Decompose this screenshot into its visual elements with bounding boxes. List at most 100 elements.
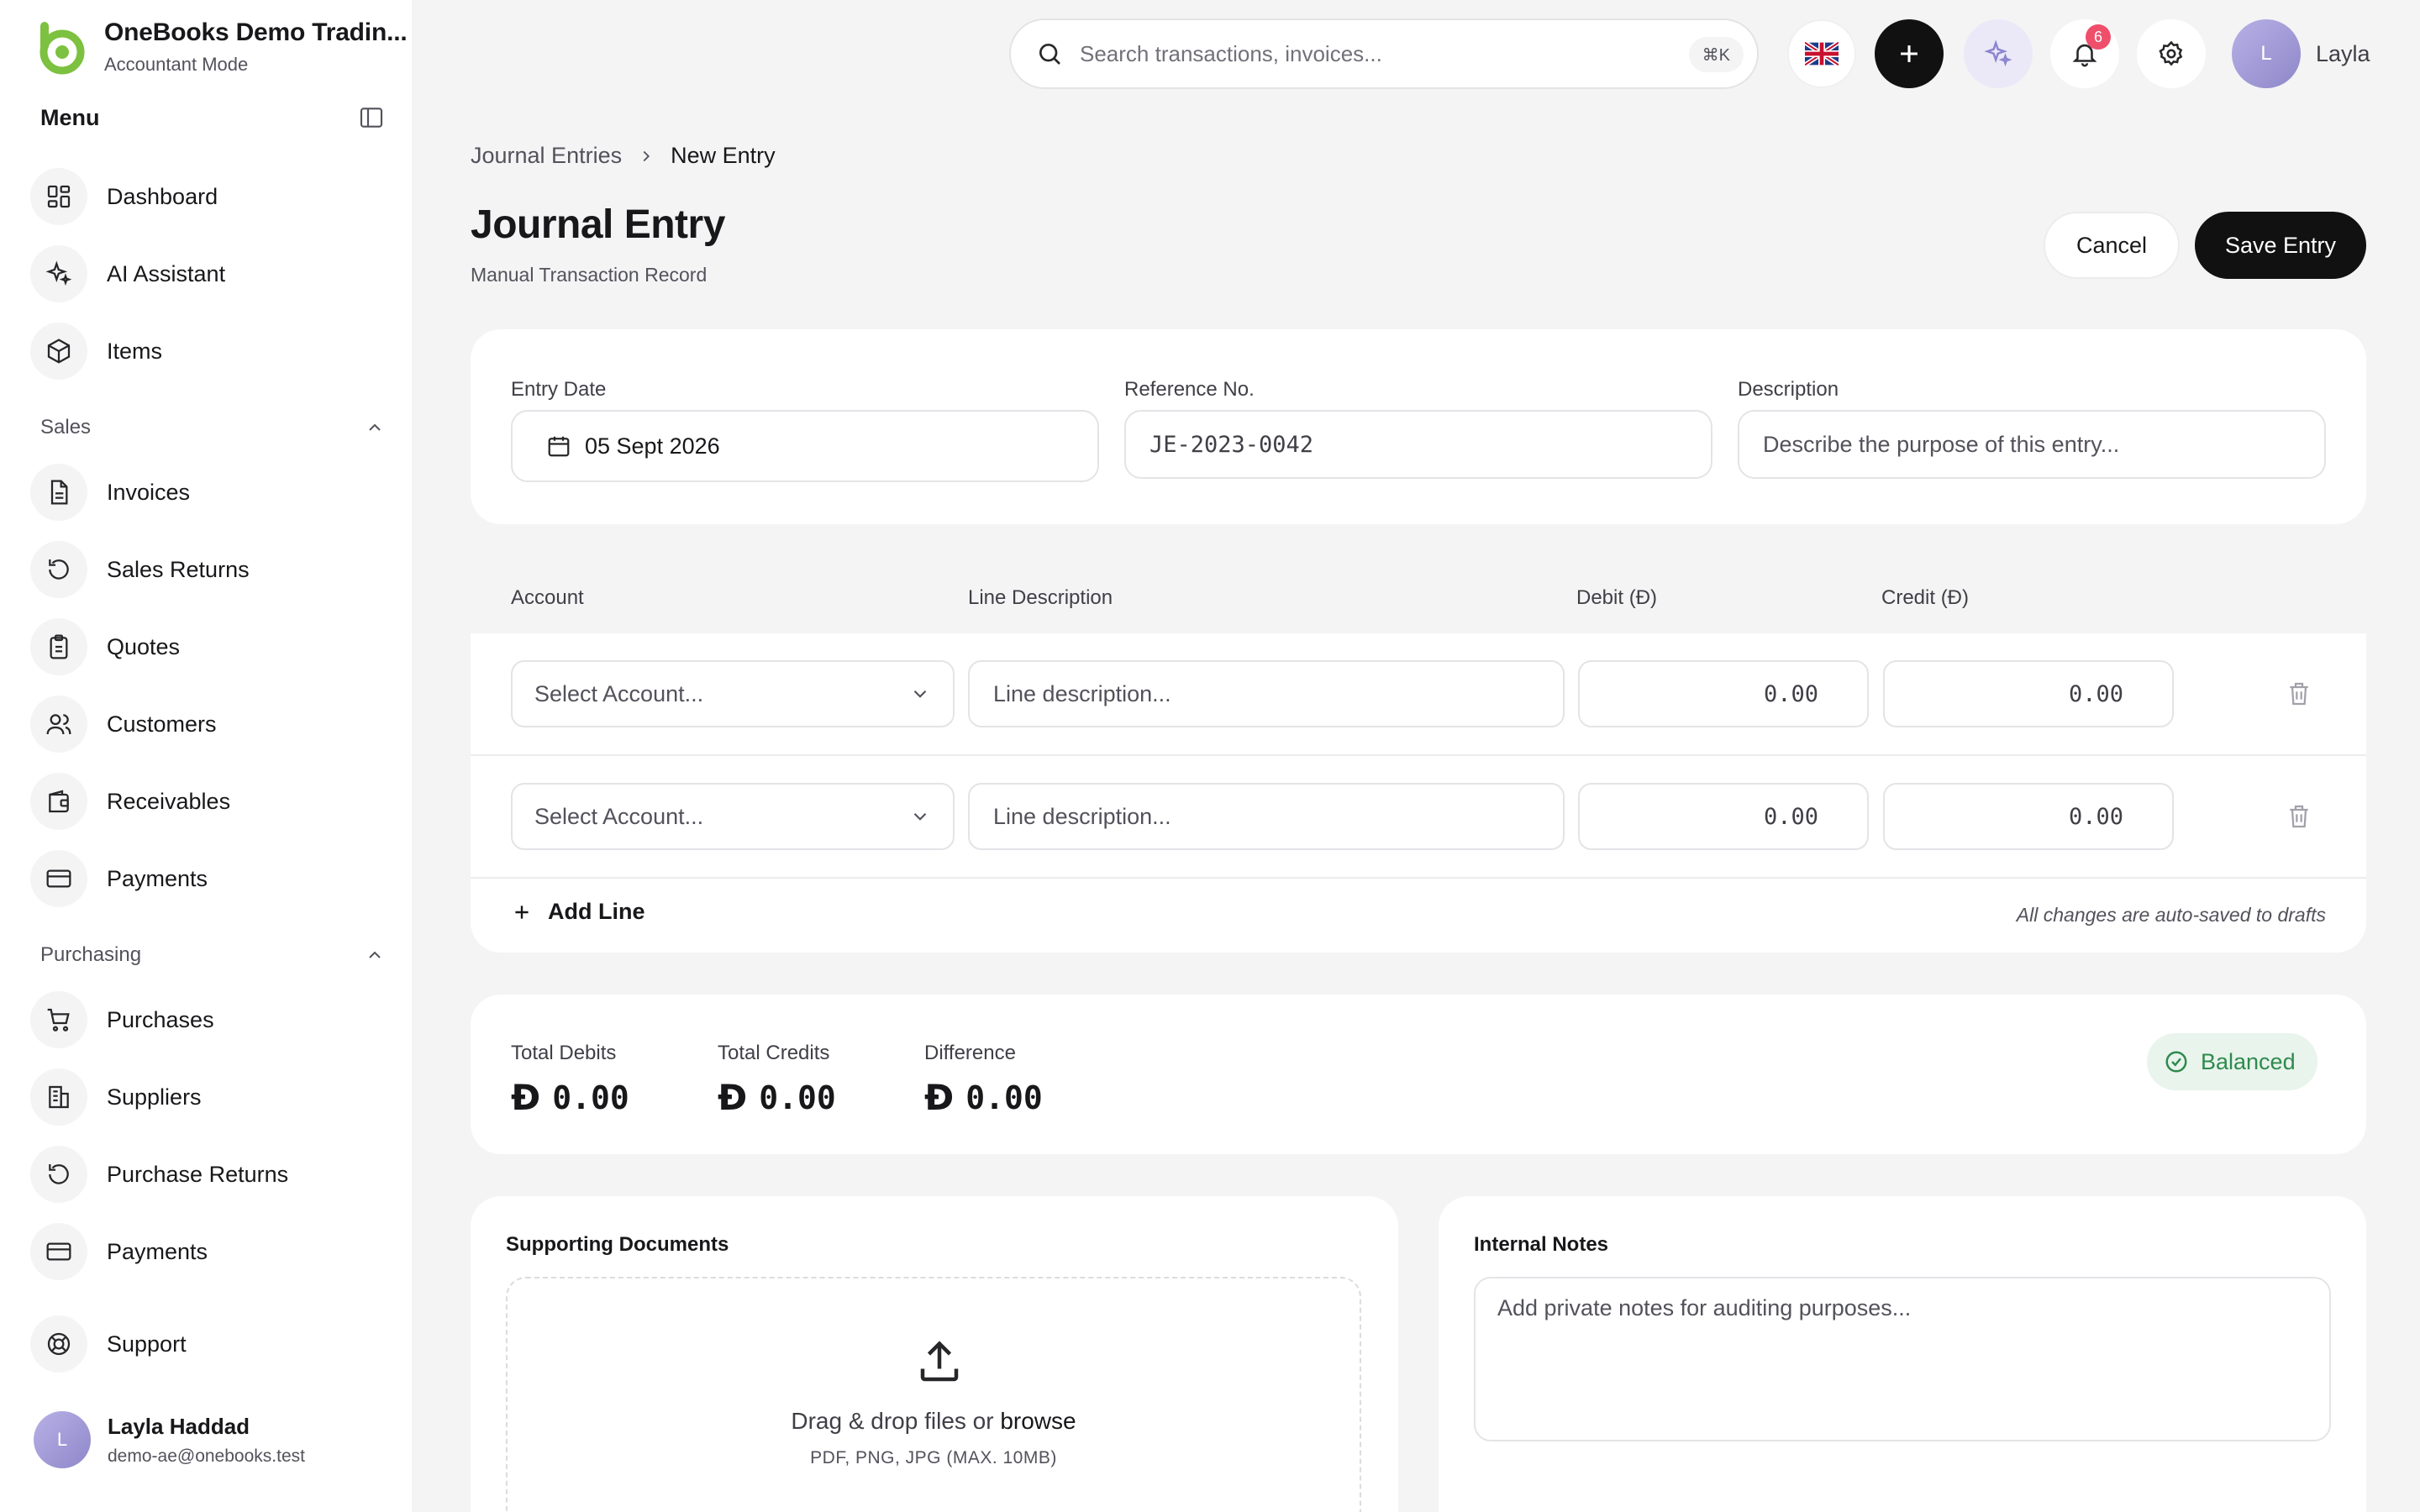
onebooks-logo-icon [39,22,85,75]
calendar-icon [548,436,570,457]
internal-notes-title: Internal Notes [1474,1233,1609,1256]
search-input[interactable] [1080,40,1651,67]
ai-assistant-button[interactable] [1964,19,2033,88]
line-description-input[interactable] [970,680,1563,707]
column-account: Account [511,586,584,609]
plus-icon [515,905,529,919]
debit-field[interactable] [1578,660,1869,727]
settings-button[interactable] [2137,19,2206,88]
lines-table-header: Account Line Description Debit (Ð) Credi… [471,564,2366,633]
sidebar-item-quotes[interactable]: Quotes [30,615,383,679]
entry-date-field[interactable]: 05 Sept 2026 [511,410,1099,482]
sidebar-item-label: Payments [107,865,208,891]
sidebar-item-customers[interactable]: Customers [30,692,383,756]
building-icon [30,1068,87,1126]
page-subtitle: Manual Transaction Record [471,264,708,286]
entry-details-card: Entry Date 05 Sept 2026 Reference No. De… [471,329,2366,524]
balanced-status-badge: Balanced [2147,1033,2317,1090]
sidebar-item-ai-assistant[interactable]: AI Assistant [30,242,383,306]
sidebar-item-label: Support [107,1331,187,1357]
save-entry-button[interactable]: Save Entry [2195,212,2366,279]
column-line-description: Line Description [968,586,1113,609]
debit-input[interactable] [1580,680,1867,707]
reference-field[interactable] [1124,410,1712,479]
sidebar-item-sales-returns[interactable]: Sales Returns [30,538,383,601]
line-description-input[interactable] [970,803,1563,830]
breadcrumb: Journal Entries New Entry [471,143,776,169]
return-icon [30,541,87,598]
notifications-button[interactable]: 6 [2050,19,2119,88]
reference-label: Reference No. [1124,378,1255,401]
description-label: Description [1738,378,1839,401]
sidebar-item-support[interactable]: Support [30,1312,383,1376]
sparkle-icon [30,245,87,302]
balanced-status-label: Balanced [2201,1048,2296,1074]
sidebar: OneBooks Demo Tradin... Accountant Mode … [0,0,412,1512]
sidebar-item-invoices[interactable]: Invoices [30,460,383,524]
create-new-button[interactable] [1875,19,1944,88]
section-purchasing[interactable]: Purchasing [40,941,385,969]
sidebar-user-card[interactable]: L Layla Haddad demo-ae@onebooks.test [34,1411,305,1468]
account-select[interactable]: Select Account... [511,660,955,727]
line-description-field[interactable] [968,783,1565,850]
file-type-hint: PDF, PNG, JPG (MAX. 10MB) [810,1448,1057,1467]
sidebar-item-suppliers[interactable]: Suppliers [30,1065,383,1129]
browse-link[interactable]: browse [1000,1408,1076,1434]
add-line-button[interactable]: Add Line [511,899,645,925]
brand[interactable]: OneBooks Demo Tradin... Accountant Mode [32,18,408,76]
wallet-icon [30,773,87,830]
sidebar-item-label: Invoices [107,479,191,505]
credit-input[interactable] [1885,803,2172,830]
chevron-right-icon [643,150,650,161]
currency-symbol: Ð [511,1077,541,1118]
credit-field[interactable] [1883,660,2174,727]
user-name: Layla [2316,40,2370,66]
internal-notes-field[interactable] [1474,1277,2331,1441]
section-sales[interactable]: Sales [40,413,385,442]
sidebar-item-sales-payments[interactable]: Payments [30,847,383,911]
lifebuoy-icon [30,1315,87,1373]
search-bar[interactable]: ⌘K [1009,18,1759,89]
debit-input[interactable] [1580,803,1867,830]
credit-input[interactable] [1885,680,2172,707]
file-dropzone[interactable]: Drag & drop files or browse PDF, PNG, JP… [506,1277,1361,1512]
upload-icon [920,1341,959,1382]
credit-field[interactable] [1883,783,2174,850]
uk-flag-icon [1805,42,1839,66]
supporting-documents-title: Supporting Documents [506,1233,729,1256]
line-description-field[interactable] [968,660,1565,727]
sidebar-item-purchase-returns[interactable]: Purchase Returns [30,1142,383,1206]
section-title: Purchasing [40,943,142,966]
language-button[interactable] [1787,19,1856,88]
description-input[interactable] [1739,431,2324,458]
breadcrumb-journal-entries[interactable]: Journal Entries [471,143,622,169]
currency-symbol: Ð [718,1077,748,1118]
sidebar-item-items[interactable]: Items [30,319,383,383]
reference-input[interactable] [1126,431,1711,458]
sidebar-item-receivables[interactable]: Receivables [30,769,383,833]
account-select-placeholder: Select Account... [534,680,704,706]
sidebar-item-purchase-payments[interactable]: Payments [30,1220,383,1284]
box-icon [30,323,87,380]
column-debit: Debit (Ð) [1576,586,1658,609]
notification-badge: 6 [2086,24,2111,50]
sidebar-item-label: AI Assistant [107,260,226,286]
sidebar-item-dashboard[interactable]: Dashboard [30,165,383,228]
description-field[interactable] [1738,410,2326,479]
internal-notes-input[interactable] [1476,1278,2329,1440]
cancel-button[interactable]: Cancel [2044,212,2180,279]
account-select[interactable]: Select Account... [511,783,955,850]
trash-icon[interactable] [2286,680,2312,707]
debit-field[interactable] [1578,783,1869,850]
user-email: demo-ae@onebooks.test [108,1446,305,1466]
sidebar-toggle-icon[interactable] [358,104,385,131]
trash-icon[interactable] [2286,803,2312,830]
sidebar-item-label: Sales Returns [107,556,250,582]
breadcrumb-current: New Entry [671,143,776,168]
sidebar-item-label: Items [107,338,163,364]
sidebar-item-purchases[interactable]: Purchases [30,988,383,1052]
gear-icon [2159,40,2183,66]
sidebar-item-label: Suppliers [107,1084,202,1110]
avatar: L [34,1411,91,1468]
user-menu[interactable]: L Layla [2232,19,2370,88]
